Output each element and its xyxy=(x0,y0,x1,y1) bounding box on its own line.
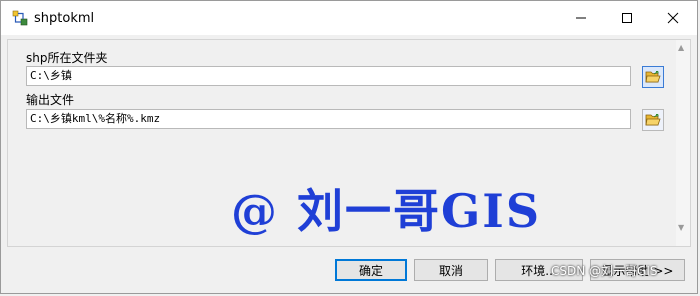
maximize-icon xyxy=(622,13,632,23)
open-folder-icon xyxy=(645,114,661,126)
browse-output-file-button[interactable] xyxy=(642,109,664,131)
scroll-down-icon[interactable]: ▼ xyxy=(678,223,684,232)
tool-dialog-window: shptokml shp所在文件夹 C:\乡镇 输出文件 C:\乡镇kml\%名… xyxy=(0,0,698,294)
shp-folder-label: shp所在文件夹 xyxy=(26,51,108,65)
window-title: shptokml xyxy=(34,11,95,26)
vertical-scrollbar[interactable]: ▲ ▼ xyxy=(676,40,690,246)
model-tool-icon xyxy=(12,10,28,26)
minimize-icon xyxy=(576,17,586,19)
scroll-up-icon[interactable]: ▲ xyxy=(678,43,684,52)
open-folder-icon xyxy=(645,71,661,83)
ok-button[interactable]: 确定 xyxy=(335,259,407,281)
output-file-input[interactable]: C:\乡镇kml\%名称%.kmz xyxy=(26,109,631,129)
csdn-watermark: CSDN @刘一哥GIS xyxy=(551,264,658,278)
watermark-text: @ 刘一哥GIS xyxy=(231,184,542,238)
shp-folder-input[interactable]: C:\乡镇 xyxy=(26,66,631,86)
title-bar[interactable]: shptokml xyxy=(1,1,697,35)
close-button[interactable] xyxy=(650,1,696,35)
cancel-button[interactable]: 取消 xyxy=(414,259,488,281)
maximize-button[interactable] xyxy=(604,1,650,35)
minimize-button[interactable] xyxy=(558,1,604,35)
output-file-label: 输出文件 xyxy=(26,93,75,107)
close-icon xyxy=(667,12,679,24)
browse-shp-folder-button[interactable] xyxy=(642,66,664,88)
